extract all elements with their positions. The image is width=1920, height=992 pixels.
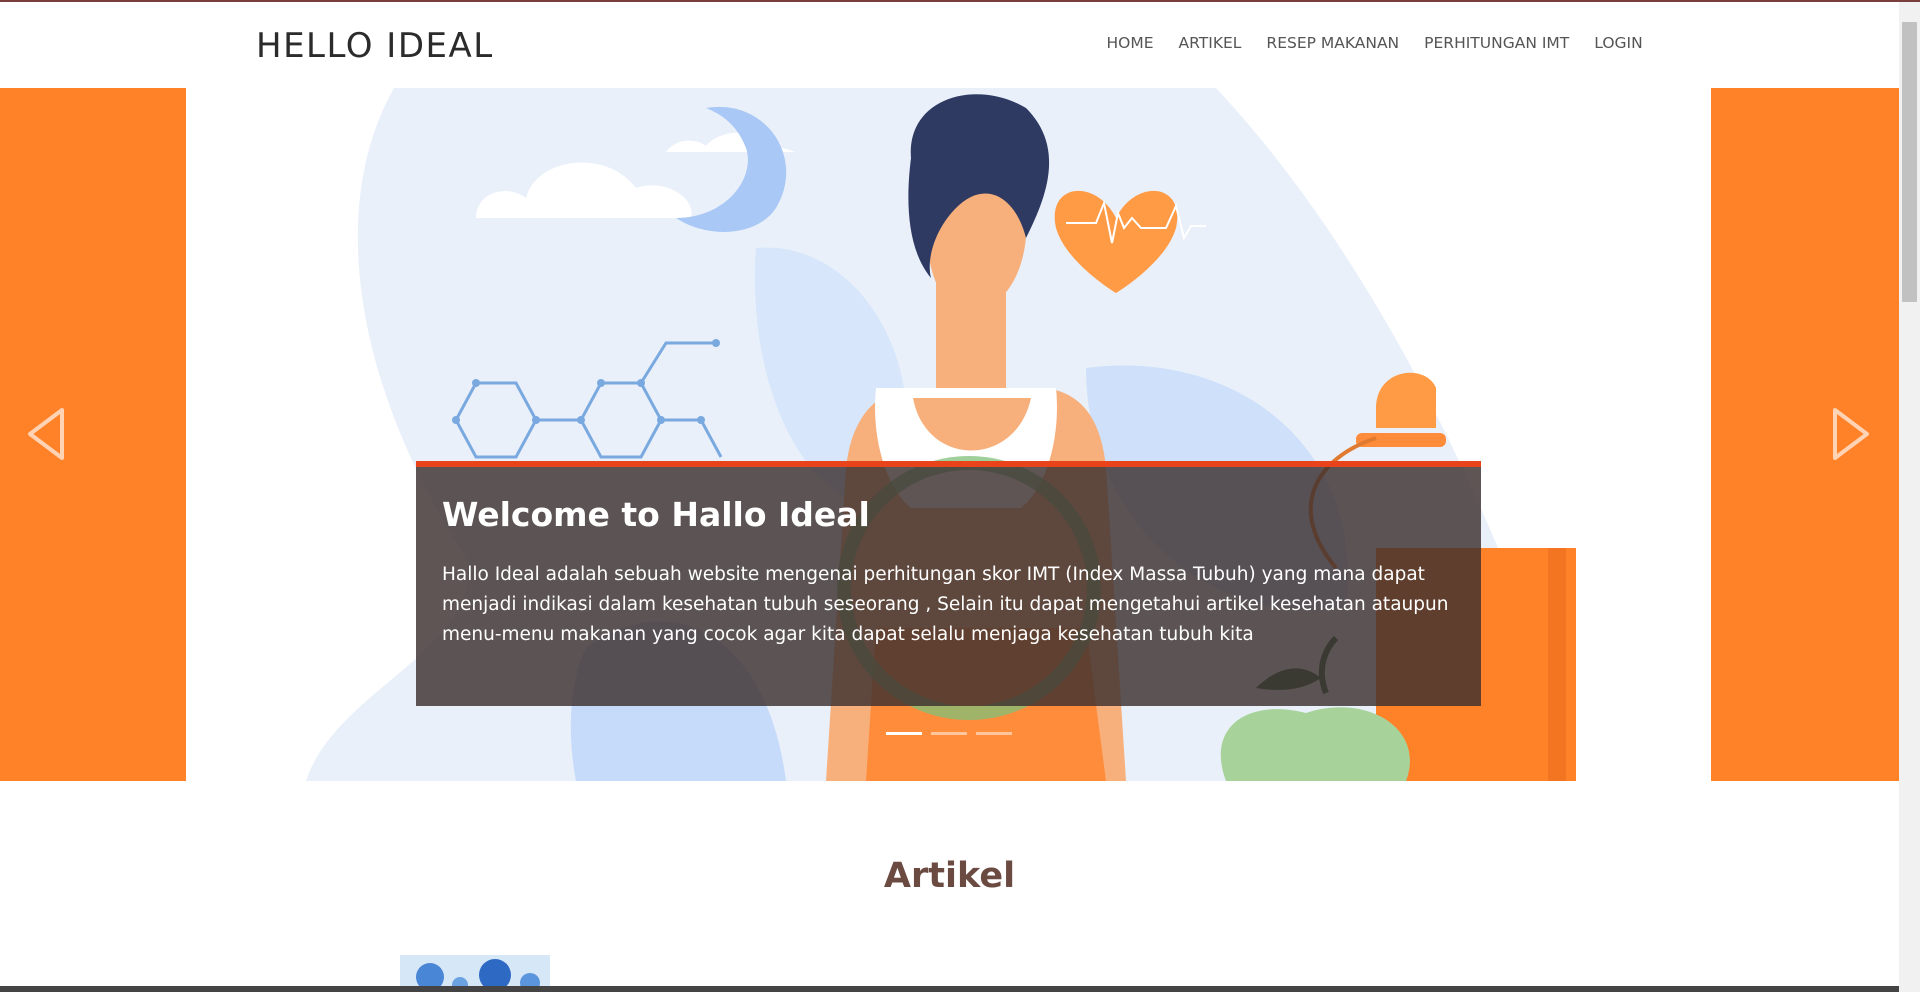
bottom-shadow — [0, 986, 1899, 992]
section-title-artikel: Artikel — [883, 856, 1016, 896]
carousel-indicator-2[interactable] — [931, 732, 967, 735]
carousel-caption: Welcome to Hallo Ideal Hallo Ideal adala… — [416, 461, 1481, 706]
carousel-indicators — [886, 732, 1012, 735]
brand-logo[interactable]: HELLO IDEAL — [256, 26, 494, 66]
triangle-left-icon — [28, 408, 64, 460]
nav-link-perhitungan-imt[interactable]: PERHITUNGAN IMT — [1412, 34, 1582, 52]
triangle-right-icon — [1833, 408, 1869, 460]
carousel-prev-button[interactable] — [0, 88, 186, 781]
caption-text: Hallo Ideal adalah sebuah website mengen… — [442, 564, 1449, 645]
navbar: HELLO IDEAL HOME ARTIKEL RESEP MAKANAN P… — [0, 2, 1899, 88]
nav-link-resep-makanan[interactable]: RESEP MAKANAN — [1254, 34, 1412, 52]
caption-title: Welcome to Hallo Ideal — [442, 495, 870, 534]
nav-link-login[interactable]: LOGIN — [1582, 34, 1655, 52]
nav-link-home[interactable]: HOME — [1094, 34, 1166, 52]
carousel-indicator-3[interactable] — [976, 732, 1012, 735]
nav-link-artikel[interactable]: ARTIKEL — [1166, 34, 1254, 52]
nav-menu: HOME ARTIKEL RESEP MAKANAN PERHITUNGAN I… — [1094, 34, 1655, 52]
hero-carousel: Welcome to Hallo Ideal Hallo Ideal adala… — [0, 88, 1899, 781]
carousel-indicator-1[interactable] — [886, 732, 922, 735]
scrollbar-thumb[interactable] — [1902, 22, 1917, 302]
carousel-next-button[interactable] — [1711, 88, 1899, 781]
